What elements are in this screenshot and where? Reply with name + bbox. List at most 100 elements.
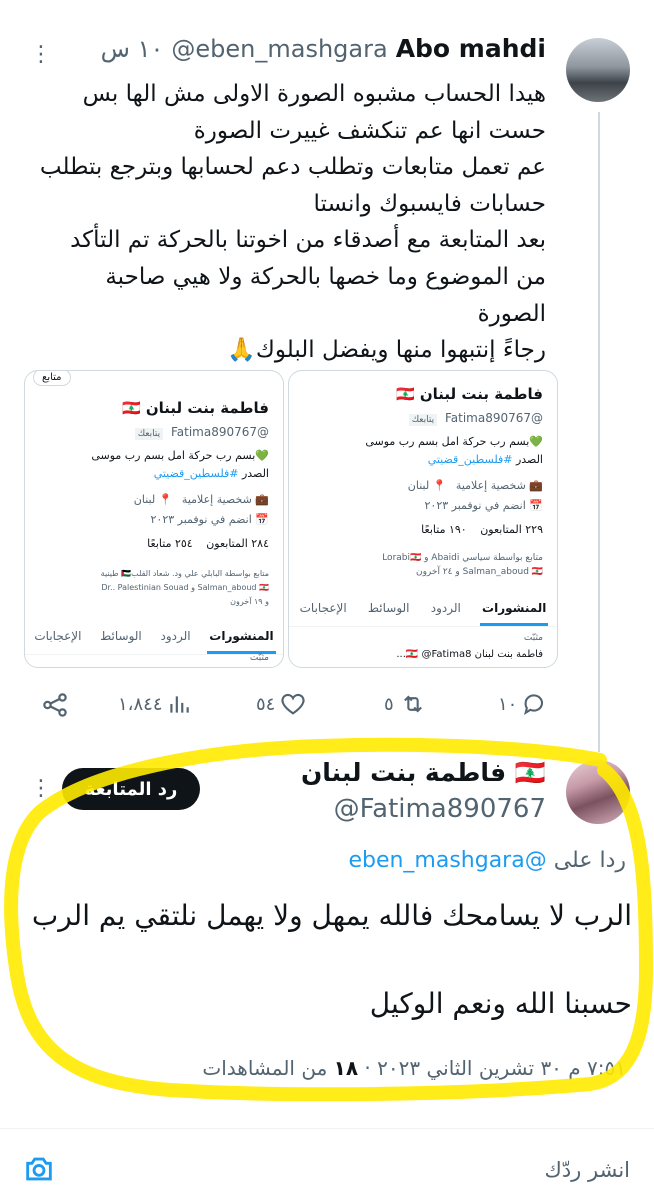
attached-image-left[interactable]: متابع فاطمة بنت لبنان 🇱🇧 @Fatima890767 ي… xyxy=(24,370,284,668)
tab-replies[interactable]: الردود xyxy=(429,593,463,626)
reply-timestamp[interactable]: ٧:٥١ م ٣٠ تشرين الثاني ٢٠٢٣ · xyxy=(364,1056,626,1080)
tweet-line: هيدا الحساب مشبوه الصورة الاولى مش الها … xyxy=(82,81,546,107)
following-count: ١٩٠ متابعًا xyxy=(421,523,467,536)
author-handle[interactable]: @eben_mashgara xyxy=(171,35,387,63)
profile-tabs: المنشورات الردود الوسائط الإعجابات xyxy=(25,621,283,655)
tweet-line: بعد المتابعة مع أصدقاء من اخوتنا بالحركة… xyxy=(70,227,546,254)
profile-joined-row: 📅 انضم في نوفمبر ٢٠٢٣ xyxy=(151,513,270,526)
pinned-label: مثبّت xyxy=(523,633,543,643)
pinned-label: مثبّت xyxy=(249,653,269,663)
following-count: ٢٥٤ متابعًا xyxy=(147,537,193,550)
more-options-icon[interactable]: ⋮ xyxy=(30,778,52,800)
tweet-header: ١٠ س @eben_mashgara Abo mahdi xyxy=(101,34,546,63)
profile-meta: 💼 شخصية إعلامية 📍 لبنان xyxy=(408,479,543,492)
profile-location: لبنان xyxy=(133,493,156,506)
followed-by-3: و ١٩ آخرون xyxy=(230,597,269,606)
followers-count: ٢٢٩ المتابعون xyxy=(480,523,543,536)
profile-joined: انضم في نوفمبر ٢٠٢٣ xyxy=(150,513,252,526)
briefcase-icon: 💼 xyxy=(529,479,543,492)
tweet-time[interactable]: ١٠ س xyxy=(101,35,164,63)
tab-likes[interactable]: الإعجابات xyxy=(298,593,349,626)
reply-text: الرب لا يسامحك فالله يمهل ولا يهمل نلتقي… xyxy=(12,894,632,1026)
profile-name: فاطمة بنت لبنان 🇱🇧 xyxy=(121,399,269,417)
repost-icon xyxy=(403,695,422,713)
reply-composer-input[interactable]: انشر ردّك xyxy=(545,1158,630,1182)
reply-author-handle[interactable]: @Fatima890767 xyxy=(334,794,546,824)
bio-hashtag[interactable]: #فلسطين_قضيتي xyxy=(428,453,513,466)
tweet-line: من الموضوع وما خصها بالحركة ولا هيي صاحب… xyxy=(105,263,546,290)
attached-image-right[interactable]: فاطمة بنت لبنان 🇱🇧 @Fatima890767 يتابعك … xyxy=(288,370,558,668)
bio-hashtag[interactable]: #فلسطين_قضيتي xyxy=(154,467,239,480)
reply-author-avatar[interactable] xyxy=(566,760,630,824)
tab-posts[interactable]: المنشورات xyxy=(480,593,549,626)
analytics-icon xyxy=(170,696,190,713)
reply-views-label: من المشاهدات xyxy=(202,1056,328,1080)
profile-handle-row: @Fatima890767 يتابعك xyxy=(134,425,269,440)
calendar-icon: 📅 xyxy=(255,513,269,526)
follows-you-badge: يتابعك xyxy=(134,428,164,440)
profile-counts: ٢٨٤ المتابعون ٢٥٤ متابعًا xyxy=(147,537,269,550)
profile-category: شخصية إعلامية xyxy=(181,493,252,506)
tab-likes[interactable]: الإعجابات xyxy=(32,621,83,654)
replying-prefix: ردا على xyxy=(553,848,626,873)
reply-meta: ٧:٥١ م ٣٠ تشرين الثاني ٢٠٢٣ · ١٨ من المش… xyxy=(202,1056,626,1080)
follow-pill: متابع xyxy=(33,371,71,386)
bio-text: الصدر xyxy=(515,453,543,466)
profile-joined: انضم في نوفمبر ٢٠٢٣ xyxy=(424,499,526,512)
views-action[interactable]: ١،٨٤٤ xyxy=(118,690,192,718)
reply-count: ١٠ xyxy=(498,693,518,715)
profile-handle-row: @Fatima890767 يتابعك xyxy=(408,411,543,426)
profile-tabs: المنشورات الردود الوسائط الإعجابات xyxy=(289,593,557,627)
repost-count: ٥ xyxy=(384,693,394,715)
share-icon xyxy=(43,693,67,717)
reply-line: حسبنا الله ونعم الوكيل xyxy=(369,987,632,1020)
location-icon: 📍 xyxy=(432,479,447,492)
followers-count: ٢٨٤ المتابعون xyxy=(206,537,269,550)
profile-handle: @Fatima890767 xyxy=(170,425,269,439)
profile-handle: @Fatima890767 xyxy=(444,411,543,425)
followed-by: متابع بواسطة سياسي Abaidi و Lorabi🇱🇧 xyxy=(382,553,543,563)
reply-action[interactable]: ١٠ xyxy=(498,690,549,718)
follow-back-button[interactable]: رد المتابعة xyxy=(62,768,200,810)
profile-counts: ٢٢٩ المتابعون ١٩٠ متابعًا xyxy=(421,523,543,536)
tweet-line: الصورة xyxy=(477,300,546,327)
tab-media[interactable]: الوسائط xyxy=(98,621,144,654)
profile-bio-line2: الصدر #فلسطين_قضيتي xyxy=(154,467,269,480)
thread-line xyxy=(598,112,600,752)
pinned-post: فاطمة بنت لبنان 🇱🇧 @Fatima8... xyxy=(396,649,543,660)
like-count: ٥٤ xyxy=(256,693,276,715)
reply-line xyxy=(12,938,632,982)
reply-line: الرب لا يسامحك فالله يمهل ولا يهمل نلتقي… xyxy=(31,899,632,932)
author-avatar[interactable] xyxy=(566,38,630,102)
calendar-icon: 📅 xyxy=(529,499,543,512)
follows-you-badge: يتابعك xyxy=(408,414,438,426)
tab-media[interactable]: الوسائط xyxy=(366,593,412,626)
more-options-icon[interactable]: ⋮ xyxy=(30,44,52,66)
repost-action[interactable]: ٥ xyxy=(384,690,428,718)
reply-author-name[interactable]: فاطمة بنت لبنان 🇱🇧 xyxy=(301,758,546,788)
location-icon: 📍 xyxy=(158,493,173,506)
share-action[interactable] xyxy=(40,690,70,720)
tab-replies[interactable]: الردود xyxy=(158,621,192,654)
reply-views-count: ١٨ xyxy=(333,1056,359,1080)
replying-handle-link[interactable]: @eben_mashgara xyxy=(348,848,546,873)
profile-bio: 💚بسم رب حركة امل بسم رب موسى xyxy=(365,435,543,448)
author-name[interactable]: Abo mahdi xyxy=(396,34,546,63)
profile-bio-line2: الصدر #فلسطين_قضيتي xyxy=(428,453,543,466)
tweet-line: حسابات فايسبوك وانستا xyxy=(313,190,547,217)
tweet-line: حست انها عم تنكشف غييرت الصورة xyxy=(193,117,546,144)
briefcase-icon: 💼 xyxy=(255,493,269,506)
reply-icon xyxy=(524,694,544,716)
replying-to: ردا على @eben_mashgara xyxy=(348,848,626,873)
profile-bio: 💚بسم رب حركة امل بسم رب موسى xyxy=(91,449,269,462)
profile-category: شخصية إعلامية xyxy=(455,479,526,492)
profile-location: لبنان xyxy=(407,479,430,492)
like-action[interactable]: ٥٤ xyxy=(256,690,307,718)
followed-by-2: Salman_aboud 🇱🇧 و ٢٤ آخرون xyxy=(415,567,543,577)
followed-by-2: Salman_aboud 🇱🇧 و Dr.. Palestinian Souad xyxy=(101,583,269,592)
bio-text: الصدر xyxy=(241,467,269,480)
followed-by: متابع بواسطة البابلي علي ود. شعاد القلب🇵… xyxy=(100,569,269,578)
profile-meta: 💼 شخصية إعلامية 📍 لبنان xyxy=(134,493,269,506)
tab-posts[interactable]: المنشورات xyxy=(207,621,276,654)
camera-icon[interactable] xyxy=(22,1152,56,1190)
